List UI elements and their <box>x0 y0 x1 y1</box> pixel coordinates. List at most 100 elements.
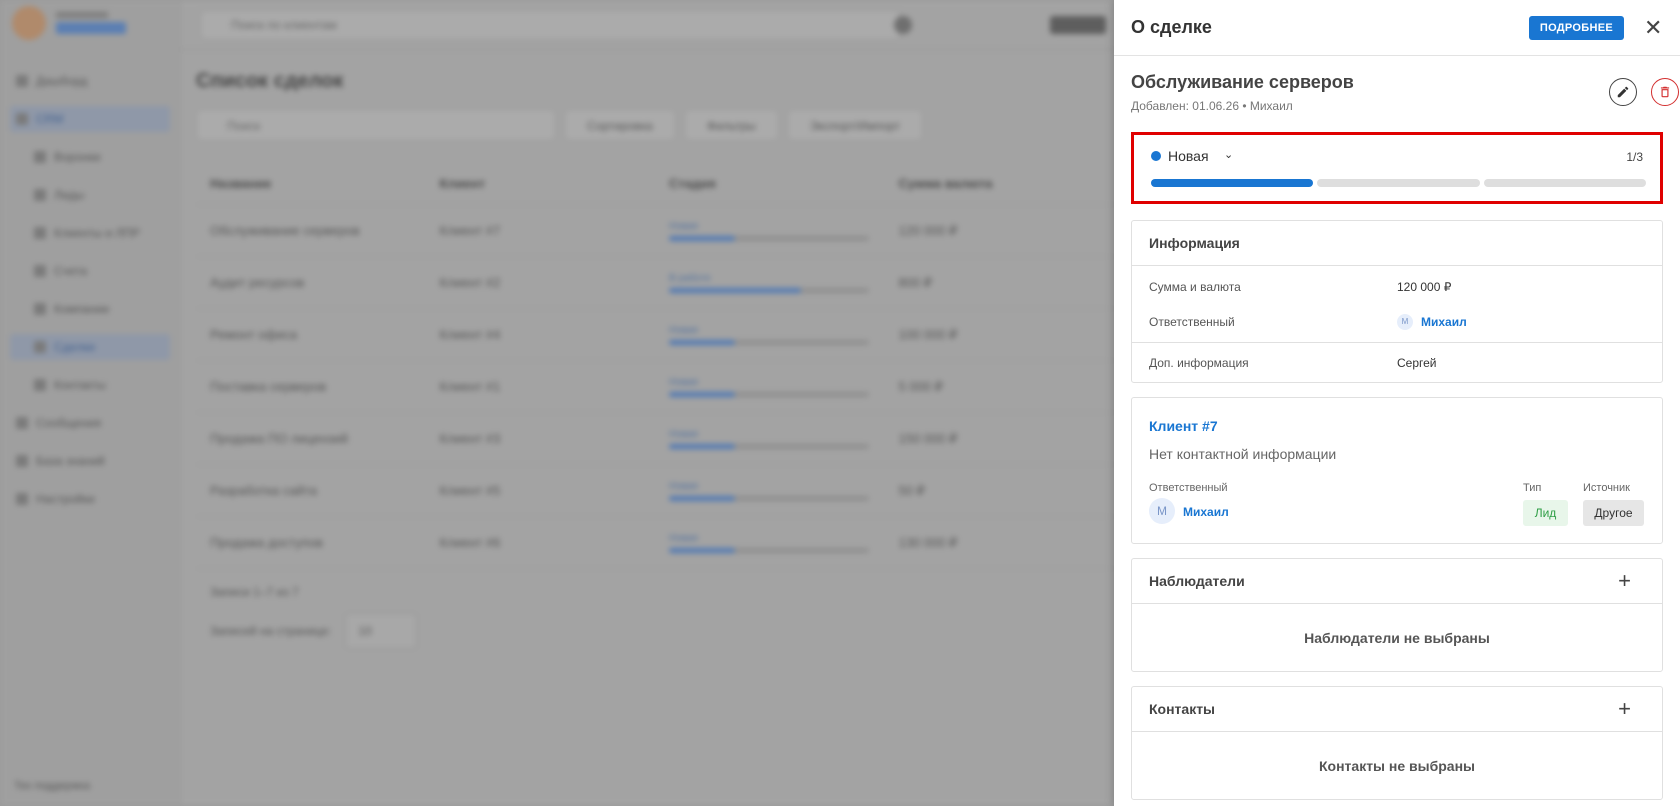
edit-button[interactable] <box>1609 78 1637 106</box>
pencil-icon <box>1617 86 1629 98</box>
stage-progress-fill <box>669 391 735 397</box>
stage-progress-fill <box>669 547 735 553</box>
sidebar-item-clients[interactable]: Клиенты и ЛПР <box>10 220 170 246</box>
rows-per-page-select[interactable]: 10 <box>345 613 418 649</box>
user-name <box>56 12 108 18</box>
deal-details-drawer: О сделке ПОДРОБНЕЕ ✕ Обслуживание сервер… <box>1114 0 1680 806</box>
filter-button[interactable]: Фильтры <box>683 109 779 141</box>
table-row[interactable]: Поставка серверов Клиент #1 Новая 5 000 ₽ <box>196 361 1114 413</box>
deal-title: Обслуживание серверов <box>1131 72 1354 92</box>
list-toolbar: Поиск Сортировка Фильтры Экспорт/Импорт <box>196 109 1114 141</box>
topbar-icons[interactable] <box>1050 16 1106 34</box>
sidebar-item-funnels[interactable]: Воронки <box>10 144 170 170</box>
add-watcher-button[interactable]: + <box>1618 570 1631 592</box>
sidebar-item-support[interactable]: Тех поддержка <box>14 780 90 792</box>
deal-header: Обслуживание серверов Добавлен: 01.06.26… <box>1131 72 1679 113</box>
column-header[interactable]: Название <box>196 176 426 191</box>
sidebar-item-knowledge-base[interactable]: База знаний <box>10 448 170 474</box>
stage-progress-bar <box>669 443 869 449</box>
deals-table: Название Клиент Стадия Сумма валюта Обсл… <box>196 163 1114 569</box>
avatar <box>12 6 46 40</box>
avatar: М <box>1397 313 1413 330</box>
stage-label: В работе <box>669 272 711 284</box>
stage-segment <box>1317 179 1480 187</box>
table-header: Название Клиент Стадия Сумма валюта <box>196 163 1114 205</box>
deals-icon <box>34 341 46 353</box>
close-icon[interactable]: ✕ <box>1644 16 1662 39</box>
list-search-input[interactable]: Поиск <box>196 109 556 141</box>
delete-button[interactable] <box>1651 78 1679 106</box>
contacts-card: Контакты + Контакты не выбраны <box>1131 686 1663 800</box>
client-link[interactable]: Клиент #7 <box>1149 418 1218 434</box>
column-header[interactable]: Стадия <box>655 176 885 191</box>
more-details-button[interactable]: ПОДРОБНЕЕ <box>1528 15 1624 40</box>
table-row[interactable]: Разработка сайта Клиент #5 Новая 50 ₽ <box>196 465 1114 517</box>
client-manager-link[interactable]: Михаил <box>1183 505 1229 519</box>
deal-name-cell: Поставка серверов <box>210 379 327 394</box>
column-header[interactable]: Сумма валюта <box>885 176 1115 191</box>
stage-cell: Новая <box>655 221 885 241</box>
add-contact-button[interactable]: + <box>1618 698 1631 720</box>
drawer-title: О сделке <box>1131 17 1212 37</box>
stage-label: Новая <box>669 480 698 492</box>
table-row[interactable]: Аудит ресурсов Клиент #2 В работе 800 ₽ <box>196 257 1114 309</box>
deal-name-cell: Аудит ресурсов <box>210 275 305 290</box>
stage-progress-bar <box>669 391 869 397</box>
client-manager-label: Ответственный <box>1149 482 1228 494</box>
deal-name-cell: Разработка сайта <box>210 483 317 498</box>
sort-button[interactable]: Сортировка <box>564 109 676 141</box>
sidebar-item-deals[interactable]: Сделки <box>10 334 170 360</box>
watchers-card: Наблюдатели + Наблюдатели не выбраны <box>1131 558 1663 672</box>
stage-progress <box>1151 179 1646 187</box>
stage-cell: Новая <box>655 325 885 345</box>
leads-icon <box>34 189 46 201</box>
column-header[interactable]: Клиент <box>426 176 656 191</box>
stage-progress-bar <box>669 287 869 293</box>
chevron-down-icon[interactable]: ⌄ <box>1224 148 1233 161</box>
amount-cell: 5 000 ₽ <box>898 378 943 394</box>
stage-progress-bar <box>669 339 869 345</box>
search-icon[interactable] <box>894 16 912 34</box>
sidebar-item-invoices[interactable]: Счета <box>10 258 170 284</box>
table-row[interactable]: Ремонт офиса Клиент #4 Новая 100 000 ₽ <box>196 309 1114 361</box>
invoice-icon <box>34 265 46 277</box>
sidebar: Дашборд CRM Воронки Лиды Клиенты и ЛПР С… <box>0 0 180 806</box>
deals-list-page: Список сделок Поиск Сортировка Фильтры Э… <box>196 70 1114 649</box>
funnel-icon <box>34 151 46 163</box>
watchers-empty: Наблюдатели не выбраны <box>1304 629 1490 646</box>
sidebar-item-dashboard[interactable]: Дашборд <box>10 68 170 94</box>
sidebar-item-companies[interactable]: Компании <box>10 296 170 322</box>
client-source-label: Источник <box>1583 482 1630 494</box>
manager-link[interactable]: Михаил <box>1421 315 1467 329</box>
deal-meta: Добавлен: 01.06.26 • Михаил <box>1131 99 1293 113</box>
stage-progress-bar <box>669 547 869 553</box>
rows-per-page-label: Записей на странице: <box>210 624 332 638</box>
stage-segment <box>1151 179 1314 187</box>
sidebar-item-leads[interactable]: Лиды <box>10 182 170 208</box>
amount-cell: 800 ₽ <box>898 274 933 290</box>
deal-name-cell: Продажа ПО лицензий <box>210 431 348 446</box>
table-row[interactable]: Обслуживание серверов Клиент #7 Новая 120 0… <box>196 205 1114 257</box>
sidebar-item-crm[interactable]: CRM <box>10 106 170 132</box>
amount-cell: 100 000 ₽ <box>898 326 958 342</box>
amount-cell: 130 000 ₽ <box>898 534 958 550</box>
deal-stage-selector: Новая ⌄ 1/3 <box>1131 132 1663 204</box>
stage-cell: Новая <box>655 481 885 501</box>
global-search-input[interactable]: Поиск по клиентам <box>200 10 900 40</box>
dashboard-icon <box>16 75 28 87</box>
sidebar-item-messages[interactable]: Сообщения <box>10 410 170 436</box>
client-type-label: Тип <box>1523 482 1542 494</box>
user-profile[interactable] <box>12 6 126 40</box>
table-row[interactable]: Продажа ПО лицензий Клиент #3 Новая 150 000… <box>196 413 1114 465</box>
stage-progress-fill <box>669 235 735 241</box>
messages-icon <box>16 417 28 429</box>
company-icon <box>34 303 46 315</box>
stage-dropdown[interactable]: Новая <box>1168 148 1209 164</box>
info-row-manager: Ответственный М Михаил <box>1149 313 1467 330</box>
sidebar-item-settings[interactable]: Настройки <box>10 486 170 512</box>
client-cell: Клиент #7 <box>439 223 501 238</box>
export-import-button[interactable]: Экспорт/Импорт <box>786 109 924 141</box>
contacts-title: Контакты <box>1149 701 1216 717</box>
sidebar-item-contacts[interactable]: Контакты <box>10 372 170 398</box>
table-row[interactable]: Продажа доступов Клиент #6 Новая 130 000 ₽ <box>196 517 1114 569</box>
